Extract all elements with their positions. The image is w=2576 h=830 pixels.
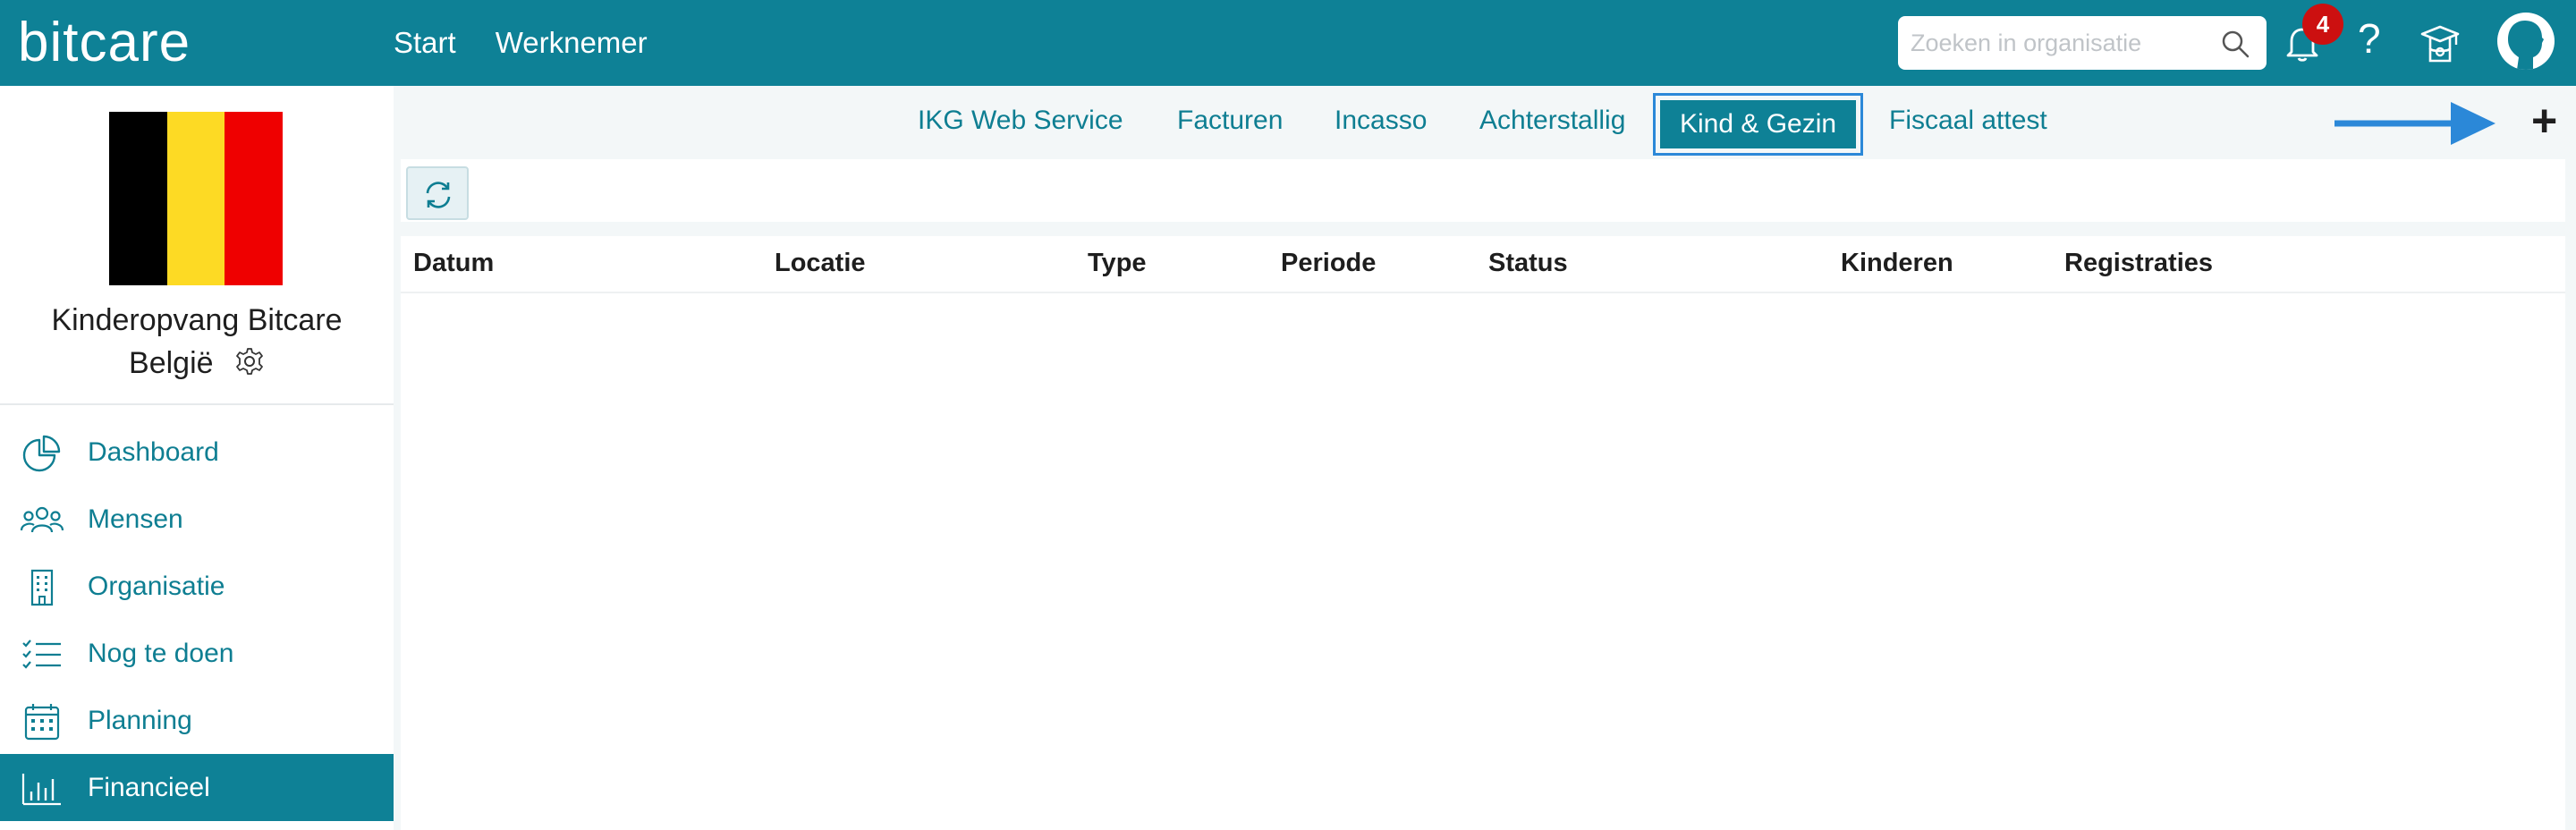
organisation-name-line1: Kinderopvang Bitcare	[51, 303, 343, 337]
sidebar-item-label: Mensen	[88, 504, 183, 534]
user-avatar[interactable]	[2497, 13, 2555, 70]
sidebar-item-label: Financieel	[88, 772, 210, 802]
search-box	[1898, 16, 2267, 70]
flag-stripe-black	[109, 112, 167, 285]
calendar-icon	[24, 704, 60, 741]
sidebar-item-nog-te-doen[interactable]: Nog te doen	[0, 620, 394, 687]
column-header-type[interactable]: Type	[1088, 249, 1147, 278]
tab-bar: IKG Web Service Facturen Incasso Achters…	[394, 86, 2576, 157]
toolbar	[401, 159, 2565, 222]
flag-stripe-yellow	[166, 112, 225, 285]
sidebar-item-financieel[interactable]: Financieel	[0, 754, 394, 821]
arrow-right-icon	[2334, 102, 2496, 145]
help-icon[interactable]: ?	[2358, 14, 2381, 63]
search-input[interactable]	[1911, 23, 2215, 63]
tab-fiscaal-attest[interactable]: Fiscaal attest	[1889, 106, 2047, 136]
checklist-icon	[22, 639, 61, 669]
building-icon	[30, 569, 54, 606]
bar-chart-icon	[21, 774, 61, 806]
top-bar: bitcare Start Werknemer 4 ?	[0, 0, 2576, 86]
pie-chart-icon	[22, 435, 61, 472]
gear-icon[interactable]	[234, 346, 265, 377]
refresh-icon	[426, 182, 451, 208]
tab-incasso[interactable]: Incasso	[1335, 106, 1427, 136]
tab-label: Kind & Gezin	[1660, 100, 1857, 148]
sidebar-item-label: Nog te doen	[88, 638, 234, 668]
bitcare-logo[interactable]: bitcare	[18, 9, 191, 77]
registrations-table: Datum Locatie Type Periode Status Kinder…	[401, 236, 2565, 830]
column-header-locatie[interactable]: Locatie	[775, 249, 866, 278]
nav-werknemer[interactable]: Werknemer	[496, 26, 648, 60]
refresh-button[interactable]	[406, 166, 469, 220]
column-header-periode[interactable]: Periode	[1281, 249, 1376, 278]
sidebar-item-dashboard[interactable]: Dashboard	[0, 419, 394, 486]
sidebar: Kinderopvang Bitcare België Dashboard Me…	[0, 86, 394, 830]
sidebar-item-label: Dashboard	[88, 436, 219, 467]
flag-stripe-red	[225, 112, 284, 285]
sidebar-item-planning[interactable]: Planning	[0, 687, 394, 754]
sidebar-item-label: Organisatie	[88, 571, 225, 601]
tab-facturen[interactable]: Facturen	[1177, 106, 1283, 136]
main-content: IKG Web Service Facturen Incasso Achters…	[394, 86, 2576, 830]
tab-kind-en-gezin[interactable]: Kind & Gezin	[1653, 93, 1864, 156]
belgium-flag	[109, 112, 284, 285]
organisation-name-line2: België	[129, 346, 214, 380]
column-header-status[interactable]: Status	[1488, 249, 1568, 278]
user-silhouette-icon	[2508, 21, 2544, 70]
sidebar-menu: Dashboard Mensen Organisatie Nog te doen…	[0, 419, 394, 821]
table-header: Datum Locatie Type Periode Status Kinder…	[401, 236, 2565, 293]
add-button[interactable]: +	[2531, 98, 2557, 143]
column-header-registraties[interactable]: Registraties	[2064, 249, 2213, 278]
sidebar-item-label: Planning	[88, 705, 192, 735]
tab-achterstallig[interactable]: Achterstallig	[1479, 106, 1625, 136]
sidebar-item-mensen[interactable]: Mensen	[0, 486, 394, 553]
column-header-datum[interactable]: Datum	[413, 249, 494, 278]
graduation-cap-icon[interactable]	[2419, 21, 2462, 64]
column-header-kinderen[interactable]: Kinderen	[1841, 249, 1953, 278]
nav-start[interactable]: Start	[394, 26, 456, 60]
sidebar-divider	[0, 403, 394, 405]
organisation-name: Kinderopvang Bitcare België	[0, 299, 394, 385]
tab-ikg-web-service[interactable]: IKG Web Service	[918, 106, 1123, 136]
search-icon[interactable]	[2220, 29, 2250, 59]
people-icon	[20, 506, 64, 533]
notification-badge[interactable]: 4	[2302, 4, 2343, 45]
sidebar-item-organisatie[interactable]: Organisatie	[0, 553, 394, 620]
top-navigation: Start Werknemer	[394, 0, 648, 86]
